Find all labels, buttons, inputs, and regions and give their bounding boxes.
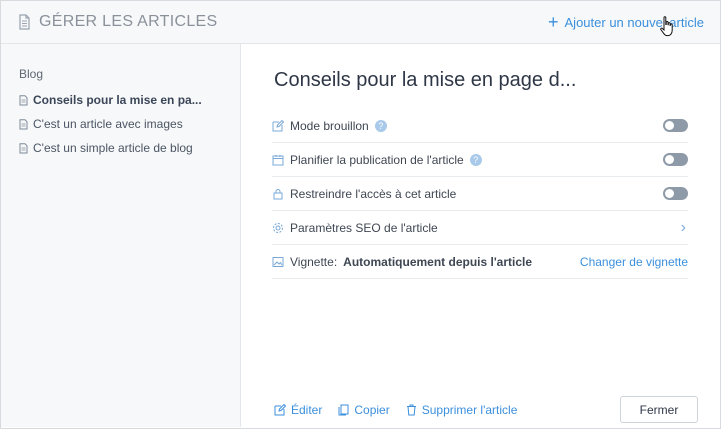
article-settings: Conseils pour la mise en page d... Mode …: [241, 44, 720, 427]
document-icon: [19, 142, 28, 154]
copy-label: Copier: [354, 402, 390, 417]
article-title: Conseils pour la mise en page d...: [274, 69, 577, 91]
add-article-button[interactable]: + Ajouter un nouvel article: [548, 13, 704, 31]
schedule-label: Planifier la publication de l'article: [290, 152, 464, 167]
seo-settings-row[interactable]: Paramètres SEO de l'article ›: [272, 211, 688, 245]
document-icon: [19, 94, 28, 106]
gear-icon: [272, 222, 284, 234]
edit-label: Éditer: [291, 402, 323, 417]
sidebar-section-label: Blog: [19, 67, 44, 81]
plus-icon: +: [548, 12, 559, 32]
calendar-icon: [272, 154, 284, 166]
draft-mode-label: Mode brouillon: [290, 118, 369, 133]
restrict-access-toggle[interactable]: [663, 187, 688, 200]
close-button[interactable]: Fermer: [620, 396, 698, 423]
document-icon: [18, 14, 31, 30]
edit-button[interactable]: Éditer: [274, 403, 322, 417]
delete-article-label: Supprimer l'article: [421, 402, 518, 417]
sidebar-item-conseils[interactable]: Conseils pour la mise en pa...: [19, 88, 240, 112]
trash-icon: [406, 404, 417, 416]
copy-button[interactable]: Copier: [338, 402, 390, 417]
chevron-right-icon: ›: [680, 218, 686, 236]
draft-mode-row: Mode brouillon ?: [272, 109, 688, 143]
panel-title: GÉRER LES ARTICLES: [39, 13, 218, 30]
sidebar-item-label: C'est un simple article de blog: [33, 141, 193, 155]
edit-icon: [272, 119, 284, 132]
restrict-access-label: Restreindre l'accès à cet article: [290, 186, 457, 201]
sidebar-item-simple[interactable]: C'est un simple article de blog: [19, 136, 240, 160]
hand-cursor-icon: [658, 15, 676, 39]
draft-mode-toggle[interactable]: [663, 119, 688, 132]
add-article-label: Ajouter un nouvel article: [564, 14, 704, 30]
seo-settings-label: Paramètres SEO de l'article: [290, 220, 438, 235]
restrict-access-row: Restreindre l'accès à cet article: [272, 177, 688, 211]
help-icon[interactable]: ?: [469, 153, 482, 166]
delete-article-button[interactable]: Supprimer l'article: [406, 402, 518, 417]
article-sidebar: Blog Conseils pour la mise en pa... C'es…: [1, 44, 241, 427]
sidebar-item-label: Conseils pour la mise en pa...: [33, 93, 202, 107]
image-icon: [272, 256, 284, 268]
schedule-toggle[interactable]: [663, 153, 688, 166]
sidebar-item-images[interactable]: C'est un article avec images: [19, 112, 240, 136]
help-icon[interactable]: ?: [374, 119, 387, 132]
copy-icon: [338, 404, 349, 416]
thumbnail-value: Automatiquement depuis l'article: [343, 254, 533, 269]
sidebar-item-label: C'est un article avec images: [33, 117, 183, 131]
schedule-row: Planifier la publication de l'article ?: [272, 143, 688, 177]
edit-icon: [274, 403, 286, 416]
document-icon: [19, 118, 28, 130]
thumbnail-row: Vignette: Automatiquement depuis l'artic…: [272, 245, 688, 279]
lock-icon: [272, 188, 284, 200]
panel-footer: Éditer Copier Supprimer l'article Fermer: [274, 396, 698, 423]
thumbnail-label: Vignette:: [290, 254, 338, 269]
header-title-group: GÉRER LES ARTICLES: [18, 13, 218, 31]
panel-body: Blog Conseils pour la mise en pa... C'es…: [1, 44, 720, 427]
change-thumbnail-link[interactable]: Changer de vignette: [580, 255, 688, 269]
manage-articles-panel: GÉRER LES ARTICLES + Ajouter un nouvel a…: [0, 0, 721, 429]
panel-header: GÉRER LES ARTICLES + Ajouter un nouvel a…: [1, 1, 720, 44]
